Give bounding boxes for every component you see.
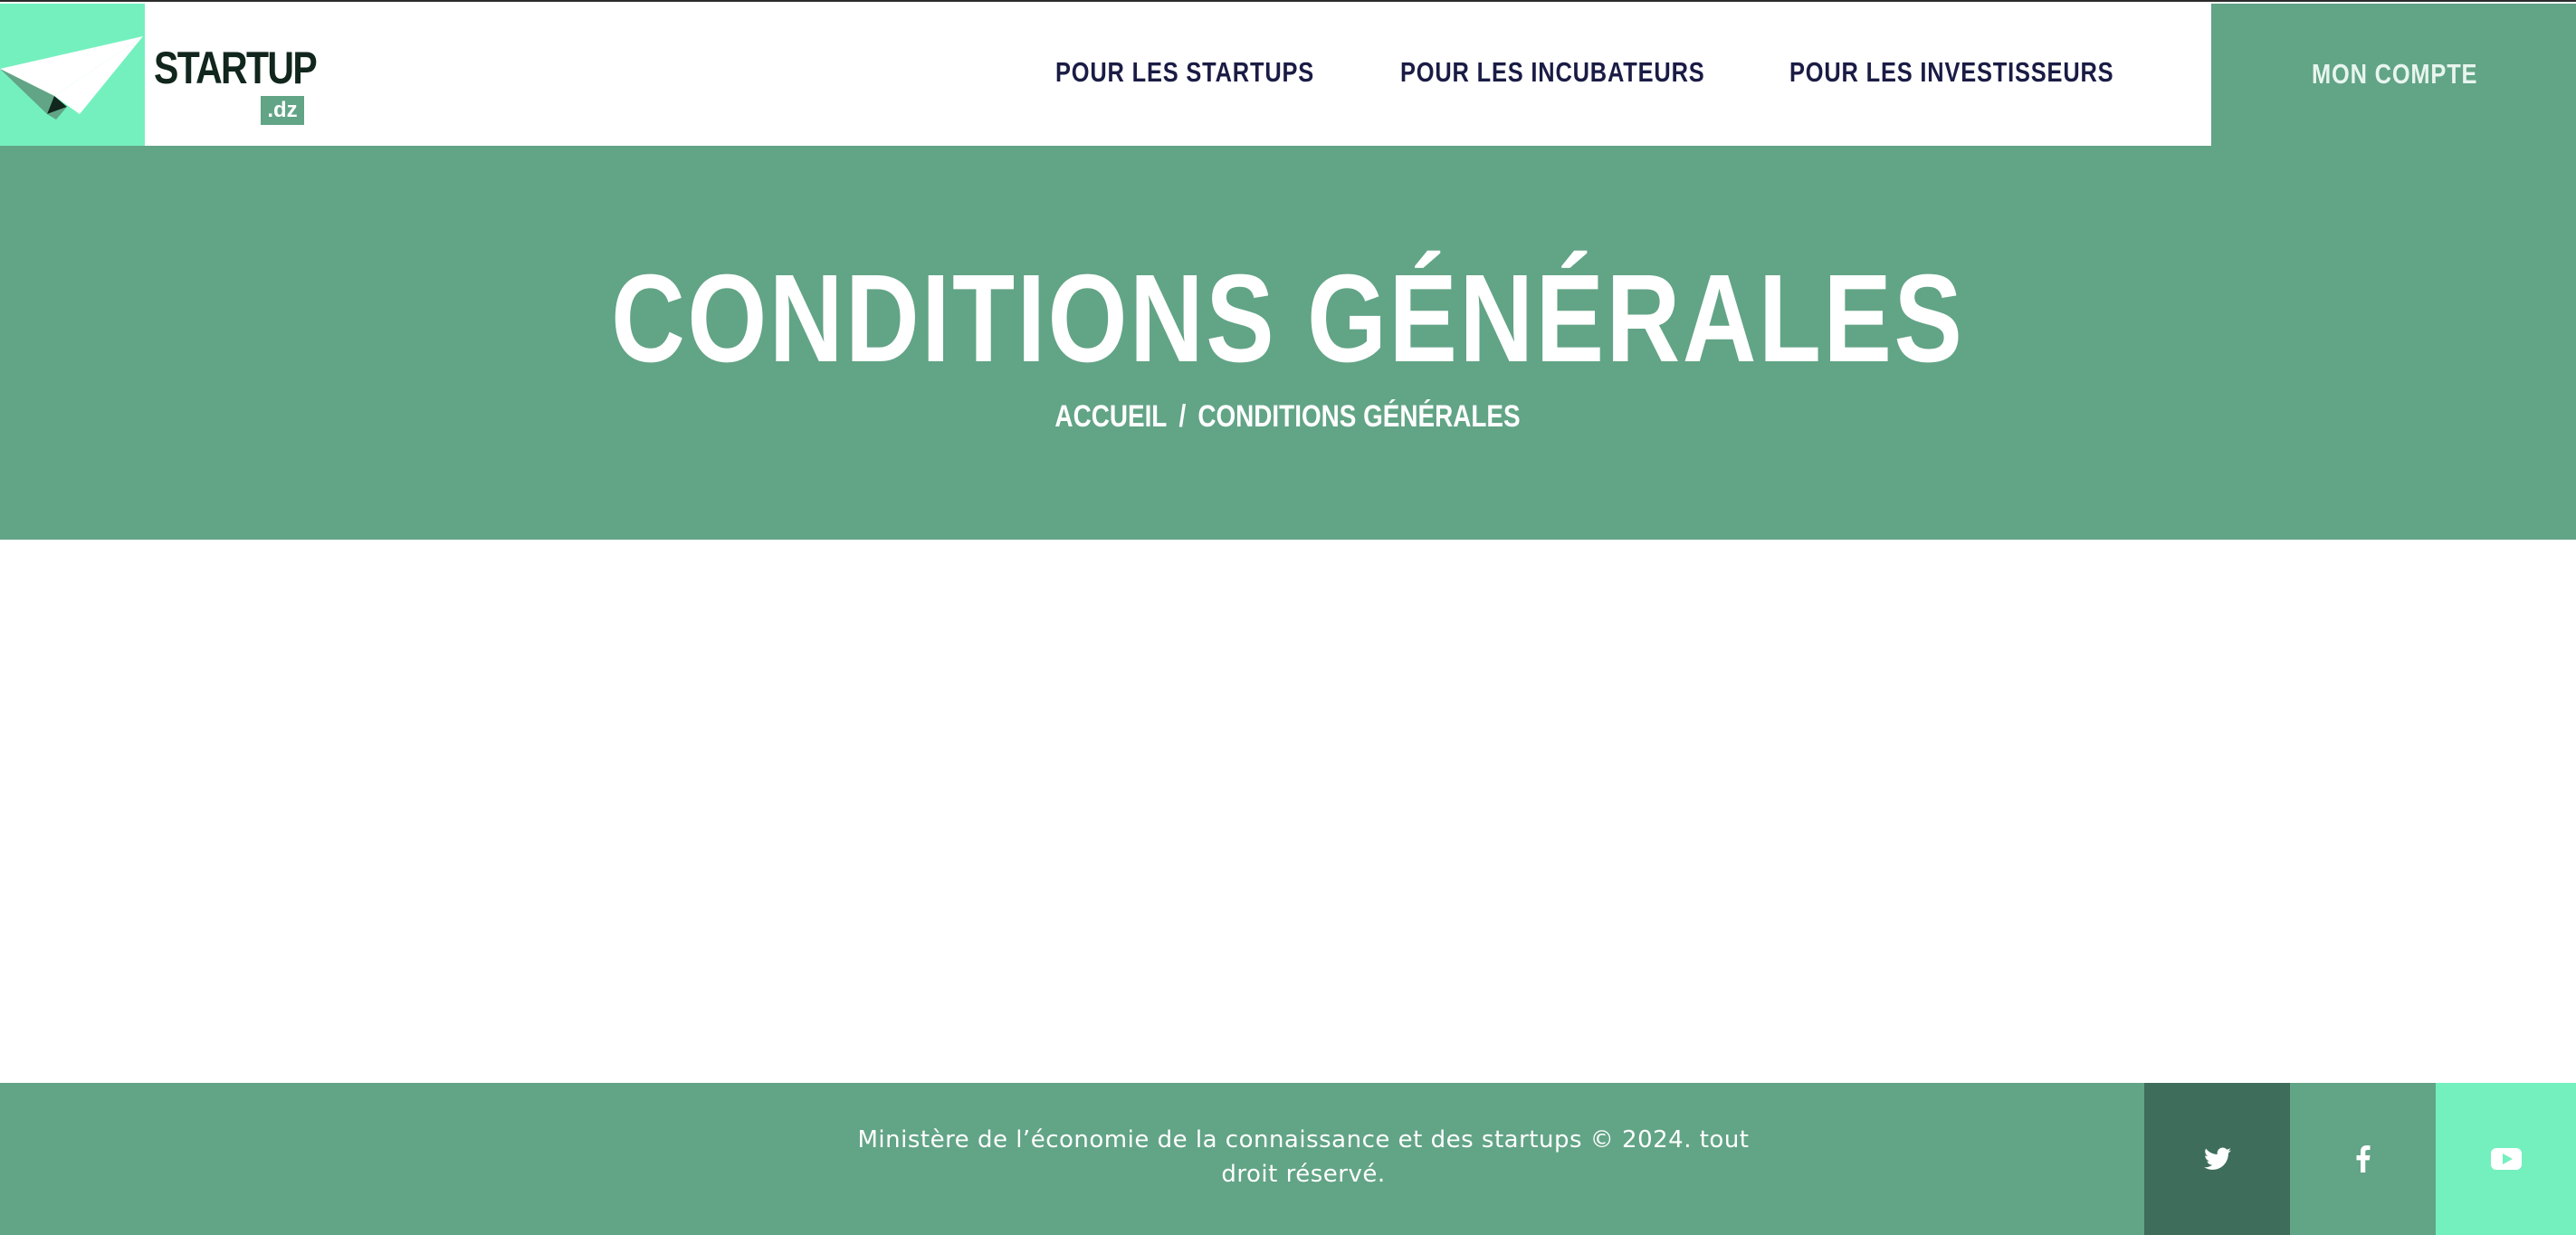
account-button-label: MON COMPTE: [2312, 58, 2478, 90]
facebook-link[interactable]: [2290, 1083, 2436, 1235]
twitter-icon: [2203, 1147, 2231, 1170]
brand-suffix: .dz: [261, 96, 304, 125]
page-hero: CONDITIONS GÉNÉRALES ACCUEIL / CONDITIONS …: [0, 146, 2576, 540]
account-button[interactable]: MON COMPTE: [2211, 4, 2576, 148]
breadcrumb-separator: /: [1178, 399, 1187, 434]
nav-item-incubateurs[interactable]: POUR LES INCUBATEURS: [1400, 58, 1705, 86]
logo-link[interactable]: [0, 4, 145, 148]
nav-item-investisseurs[interactable]: POUR LES INVESTISSEURS: [1789, 58, 2113, 86]
breadcrumb-current: CONDITIONS GÉNÉRALES: [1197, 399, 1522, 434]
youtube-link[interactable]: [2436, 1083, 2576, 1235]
paper-plane-icon: [0, 36, 143, 120]
copyright-line-1: Ministère de l’économie de la connaissan…: [857, 1126, 1750, 1154]
nav-item-startups[interactable]: POUR LES STARTUPS: [1055, 58, 1314, 86]
facebook-icon: [2356, 1145, 2370, 1173]
copyright-line-2: droit réservé.: [1221, 1161, 1386, 1188]
youtube-icon: [2490, 1148, 2522, 1170]
page-title: CONDITIONS GÉNÉRALES: [611, 249, 1965, 388]
breadcrumb-home-link[interactable]: ACCUEIL: [1055, 399, 1168, 434]
site-header: STARTUP .dz POUR LES STARTUPS POUR LES I…: [0, 0, 2576, 148]
site-footer: Ministère de l’économie de la connaissan…: [0, 1083, 2576, 1235]
breadcrumb: ACCUEIL / CONDITIONS GÉNÉRALES: [0, 401, 2576, 432]
twitter-link[interactable]: [2144, 1083, 2290, 1235]
copyright-text: Ministère de l’économie de la connaissan…: [851, 1123, 1756, 1192]
brand-name[interactable]: STARTUP: [154, 45, 318, 91]
